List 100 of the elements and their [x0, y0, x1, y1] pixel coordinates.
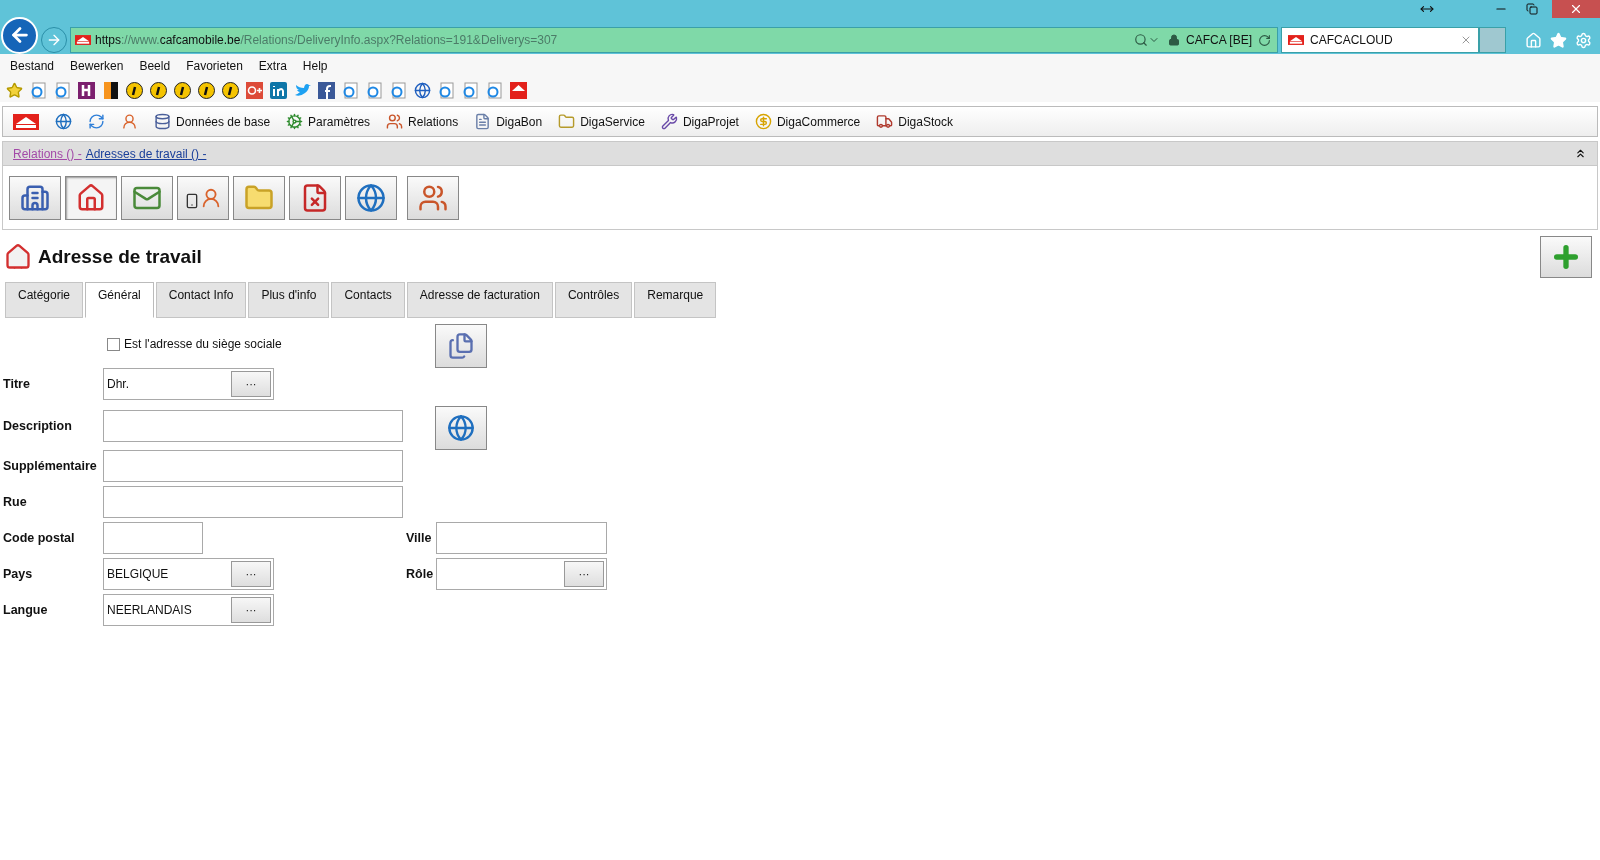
close-button[interactable] — [1552, 0, 1600, 18]
field-label: Code postal — [3, 529, 76, 547]
home-icon[interactable] — [1525, 31, 1542, 49]
toolbar-button[interactable]: DigaService — [558, 112, 645, 131]
module-button[interactable] — [177, 175, 229, 220]
square-icon[interactable] — [270, 81, 287, 99]
collapse-icon[interactable] — [1574, 147, 1587, 160]
text-field[interactable] — [103, 486, 403, 518]
logo-icon[interactable] — [510, 81, 527, 99]
logo-icon — [13, 113, 39, 130]
gear-icon — [286, 113, 304, 130]
copy-button[interactable] — [435, 324, 487, 368]
restore-icon[interactable] — [1526, 3, 1538, 15]
module-button[interactable] — [9, 175, 61, 220]
page-title: Adresse de travail — [38, 244, 202, 269]
close-icon[interactable] — [1460, 34, 1472, 46]
field-label: Ville — [406, 529, 433, 547]
page-icon[interactable] — [366, 81, 383, 99]
page-icon[interactable] — [342, 81, 359, 99]
browse-button[interactable]: ··· — [231, 561, 271, 587]
toolbar-button[interactable]: DigaBon — [474, 112, 543, 131]
menu-item[interactable]: Extra — [258, 57, 287, 75]
field-label: Rue — [3, 493, 28, 511]
documents-icon — [447, 332, 475, 360]
menu-item[interactable]: Beeld — [139, 57, 171, 75]
refresh-icon[interactable] — [88, 113, 105, 130]
menu-item[interactable]: Bewerken — [70, 57, 124, 75]
search-icon[interactable] — [1133, 33, 1148, 47]
globe-icon[interactable] — [55, 113, 72, 130]
browse-button[interactable]: ··· — [564, 561, 604, 587]
page-icon[interactable] — [30, 81, 47, 99]
site-icon — [1288, 33, 1304, 47]
close-icon — [1569, 2, 1583, 16]
tab[interactable]: Catégorie — [5, 282, 84, 318]
page-icon[interactable] — [438, 81, 455, 99]
tab[interactable]: Contact Info — [155, 282, 247, 318]
text-field[interactable] — [103, 450, 403, 482]
browse-button[interactable]: ··· — [231, 597, 271, 623]
tab-title: CAFCACLOUD — [1310, 32, 1394, 49]
module-button[interactable] — [289, 175, 341, 220]
module-button[interactable] — [407, 175, 459, 220]
bird-icon[interactable] — [294, 81, 311, 99]
address-bar[interactable]: https://www.cafcamobile.be/Relations/DeliveryInfo.aspx?Relations=191&Deliverys=307 CAFCA [BE] — [70, 27, 1278, 53]
page-icon[interactable] — [390, 81, 407, 99]
text-field[interactable] — [103, 522, 203, 554]
module-button[interactable] — [345, 175, 397, 220]
menu-item[interactable]: Help — [302, 57, 328, 75]
menu-item[interactable]: Bestand — [10, 57, 55, 75]
text-field[interactable] — [103, 410, 403, 442]
tab[interactable]: Remarque — [634, 282, 717, 318]
module-button[interactable] — [121, 175, 173, 220]
toolbar-button[interactable]: Données de base — [154, 112, 271, 131]
toolbar-button[interactable]: DigaProjet — [660, 112, 739, 131]
lookup-field[interactable]: BELGIQUE ··· — [103, 558, 274, 590]
module-button[interactable] — [65, 175, 117, 220]
browser-tab[interactable]: CAFCACLOUD — [1281, 27, 1479, 53]
breadcrumb-link[interactable]: Adresses de travail () - — [85, 144, 207, 163]
star-icon[interactable] — [6, 81, 23, 99]
map-button[interactable] — [435, 406, 487, 450]
browse-button[interactable]: ··· — [231, 371, 271, 397]
tab[interactable]: Contacts — [331, 282, 405, 318]
text-field[interactable] — [436, 522, 607, 554]
field-label: Langue — [3, 601, 49, 619]
lookup-field[interactable]: NEERLANDAIS ··· — [103, 594, 274, 626]
checkbox-box[interactable] — [107, 337, 120, 351]
menu-item[interactable]: Favorieten — [186, 57, 243, 75]
settings-icon[interactable] — [1575, 31, 1592, 49]
module-button[interactable] — [233, 175, 285, 220]
tab[interactable]: Général — [85, 282, 154, 318]
plus-icon[interactable] — [246, 81, 263, 99]
square-icon[interactable] — [318, 81, 335, 99]
tab[interactable]: Plus d'info — [248, 282, 330, 318]
flag-icon[interactable] — [102, 81, 119, 99]
tab[interactable]: Contrôles — [554, 282, 633, 318]
add-button[interactable] — [1540, 236, 1592, 278]
toolbar-button[interactable]: Paramètres — [286, 112, 371, 131]
info-icon[interactable] — [222, 81, 239, 99]
info-icon[interactable] — [150, 81, 167, 99]
page-icon[interactable] — [486, 81, 503, 99]
breadcrumb-link[interactable]: Relations () - — [13, 144, 82, 163]
refresh-icon[interactable] — [1258, 33, 1271, 47]
field-value: Dhr. — [106, 376, 130, 393]
globe-icon[interactable] — [414, 81, 431, 99]
page-icon[interactable] — [54, 81, 71, 99]
field-value: NEERLANDAIS — [106, 602, 193, 619]
lock-icon — [1167, 34, 1180, 46]
toolbar-button[interactable]: DigaStock — [876, 112, 953, 131]
info-icon[interactable] — [198, 81, 215, 99]
user-icon[interactable] — [121, 113, 138, 130]
lookup-field[interactable]: Dhr. ··· — [103, 368, 274, 400]
toolbar-button[interactable]: DigaCommerce — [754, 112, 861, 131]
toolbar-button[interactable]: Relations — [386, 112, 459, 131]
lookup-field[interactable]: ··· — [436, 558, 607, 590]
tab[interactable]: Adresse de facturation — [406, 282, 553, 318]
info-icon[interactable] — [174, 81, 191, 99]
url-text: cafcamobile.be — [159, 32, 241, 49]
info-icon[interactable] — [126, 81, 143, 99]
page-icon[interactable] — [462, 81, 479, 99]
favorites-icon[interactable] — [1550, 31, 1567, 49]
square-icon[interactable] — [78, 81, 95, 99]
